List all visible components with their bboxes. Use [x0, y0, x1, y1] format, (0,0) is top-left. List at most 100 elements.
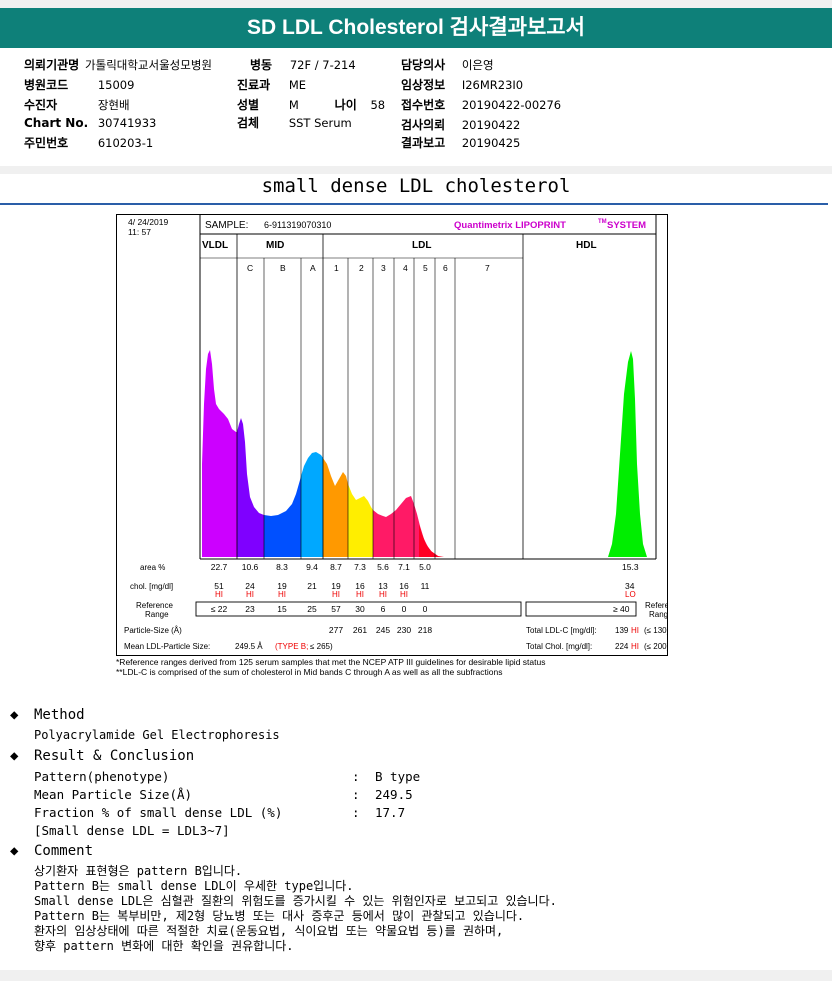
method-heading-text: Method [34, 707, 85, 723]
report-date-row: 결과보고 20190425 [401, 134, 520, 151]
lipoprint-footnote: *Reference ranges derived from 125 serum… [116, 657, 545, 677]
hdl-ref-label-line1: Reference [645, 601, 668, 610]
band-2: 2 [359, 263, 364, 273]
chol-flag: HI [356, 590, 364, 599]
result-note: [Small dense LDL = LDL3~7] [34, 823, 230, 838]
ward-row: 병동 72F / 7-214 [250, 56, 356, 73]
band-5: 5 [423, 263, 428, 273]
footnote-line-2: **LDL-C is comprised of the sum of chole… [116, 667, 503, 677]
hospital-row: 의뢰기관명 가톨릭대학교서울성모병원 [24, 56, 212, 73]
receipt-value: 20190422-00276 [461, 98, 562, 112]
request-label: 검사의뢰 [401, 118, 446, 132]
diamond-bullet-icon: ◆ [10, 843, 19, 859]
chart-label: Chart No. [24, 116, 89, 130]
section-divider [0, 203, 828, 205]
hdl-area-value: 15.3 [622, 562, 639, 572]
sample-label: SAMPLE: [205, 220, 248, 231]
specimen-value: SST Serum [288, 116, 352, 130]
mean-size-label: Mean LDL-Particle Size: [124, 642, 210, 651]
total-chol-value: 224 [615, 642, 629, 651]
lipoprint-report: 4/ 24/2019 11: 57 SAMPLE: 6-911319070310… [116, 214, 668, 656]
id-row: 주민번호 610203-1 [24, 134, 153, 151]
area-value: 8.7 [330, 562, 342, 572]
chol-flag: HI [246, 590, 254, 599]
particle-size-value: 277 [329, 625, 343, 635]
hdl-chol-flag: LO [625, 590, 636, 599]
ref-value: 15 [277, 604, 287, 614]
result-sep: : [352, 769, 360, 784]
report-date-value: 20190425 [461, 136, 521, 150]
result-heading: ◆ Result & Conclusion [10, 748, 194, 764]
chart-value: 30741933 [97, 116, 157, 130]
method-text: Polyacrylamide Gel Electrophoresis [34, 728, 280, 742]
hdl-ref-value: ≥ 40 [613, 604, 630, 614]
dept-row: 진료과 ME [237, 76, 306, 93]
doctor-row: 담당의사 이은영 [401, 56, 494, 73]
footnote-line-1: *Reference ranges derived from 125 serum… [116, 657, 546, 667]
area-value: 7.1 [398, 562, 410, 572]
result-row-size: Mean Particle Size(Å):249.5 [34, 787, 413, 802]
top-gap [0, 0, 832, 8]
sample-value: 6-911319070310 [264, 220, 331, 230]
area-value: 10.6 [242, 562, 259, 572]
dept-value: ME [288, 78, 307, 92]
chol-flag: HI [215, 590, 223, 599]
diamond-bullet-icon: ◆ [10, 707, 19, 723]
mean-size-value: 249.5 Å [235, 642, 263, 651]
patient-info-panel: 의뢰기관명 가톨릭대학교서울성모병원 병원코드 15009 수진자 장현배 Ch… [0, 48, 832, 167]
result-value: 249.5 [375, 787, 413, 802]
particle-label: Particle-Size (Å) [124, 626, 182, 635]
request-value: 20190422 [461, 118, 521, 132]
band-a: A [310, 263, 316, 273]
ref-value: 0 [402, 604, 407, 614]
band-c: C [247, 263, 253, 273]
area-value: 5.6 [377, 562, 389, 572]
band-3: 3 [381, 263, 386, 273]
sex-value: M [288, 98, 299, 112]
chol-flag: HI [379, 590, 387, 599]
group-ldl: LDL [412, 240, 431, 251]
chol-value: 21 [307, 581, 317, 591]
band-b: B [280, 263, 286, 273]
chol-label: chol. [mg/dl] [130, 582, 173, 591]
code-label: 병원코드 [24, 78, 69, 92]
mid-a-peak [301, 452, 323, 557]
sex-age-row: 성별 M 나이 58 [237, 96, 385, 113]
report-date-label: 결과보고 [401, 136, 446, 150]
brand-tm: TM [598, 219, 607, 225]
band-6: 6 [443, 263, 448, 273]
chart-row: Chart No. 30741933 [24, 116, 156, 130]
clinical-value: I26MR23I0 [461, 78, 524, 92]
area-value: 9.4 [306, 562, 318, 572]
band-7: 7 [485, 263, 490, 273]
area-value: 5.0 [419, 562, 431, 572]
mean-size-ref: ≤ 265) [310, 642, 333, 651]
total-ldl-flag: HI [631, 626, 639, 635]
clinical-row: 임상정보 I26MR23I0 [401, 76, 523, 93]
hospital-value: 가톨릭대학교서울성모병원 [85, 58, 212, 72]
result-heading-text: Result & Conclusion [34, 748, 195, 764]
diamond-bullet-icon: ◆ [10, 748, 19, 764]
specimen-row: 검체 SST Serum [237, 114, 352, 131]
particle-size-value: 245 [376, 625, 390, 635]
report-border [116, 214, 668, 656]
method-heading: ◆ Method [10, 707, 85, 723]
clinical-label: 임상정보 [401, 78, 446, 92]
ref-value: ≤ 22 [211, 604, 228, 614]
total-ldl-label: Total LDL-C [mg/dl]: [526, 626, 597, 635]
patient-value: 장현배 [97, 98, 130, 112]
result-label: Mean Particle Size(Å) [34, 787, 193, 802]
group-hdl: HDL [576, 240, 597, 251]
dept-label: 진료과 [237, 78, 271, 92]
report-date: 4/ 24/2019 [128, 217, 168, 227]
area-label: area % [140, 563, 165, 572]
code-value: 15009 [97, 78, 135, 92]
specimen-label: 검체 [237, 116, 260, 130]
result-value: 17.7 [375, 805, 406, 820]
id-value: 610203-1 [97, 136, 154, 150]
total-chol-ref: (≤ 200) [644, 642, 668, 651]
patient-label: 수진자 [24, 98, 58, 112]
id-label: 주민번호 [24, 136, 69, 150]
code-row: 병원코드 15009 [24, 76, 134, 93]
patient-row: 수진자 장현배 [24, 96, 130, 113]
